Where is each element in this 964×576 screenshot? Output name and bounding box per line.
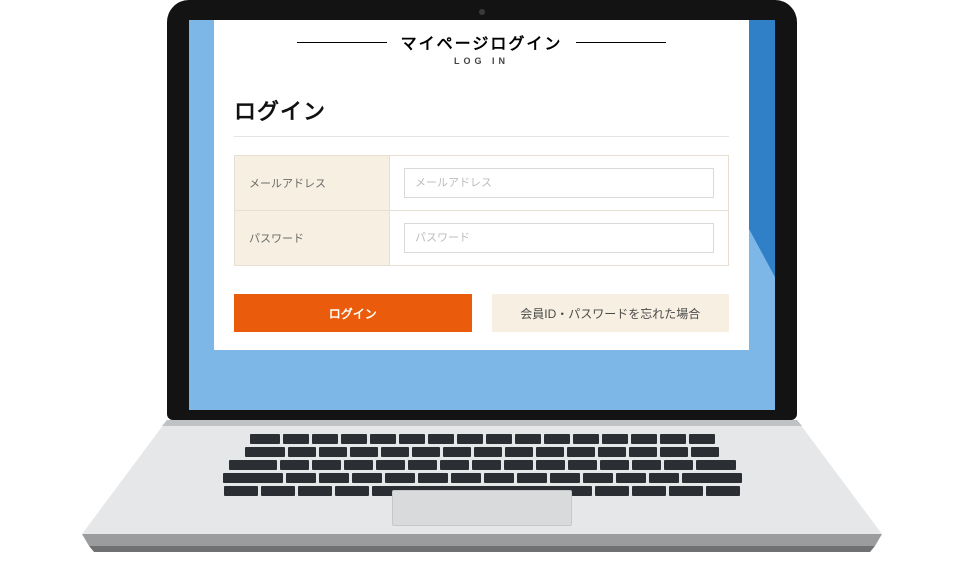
title-rule-left — [297, 42, 387, 43]
camera-dot-icon — [479, 9, 485, 15]
page-title-row: マイページログイン — [234, 30, 729, 54]
login-form: メールアドレス パスワード — [234, 155, 729, 266]
email-label: メールアドレス — [235, 156, 390, 211]
email-field-cell — [390, 156, 729, 211]
trackpad-icon — [392, 490, 572, 526]
login-card: マイページログイン LOG IN ログイン メールアドレス パスワード — [214, 20, 749, 350]
laptop-lid: マイページログイン LOG IN ログイン メールアドレス パスワード — [167, 0, 797, 420]
password-input[interactable] — [404, 223, 714, 253]
laptop-mockup: マイページログイン LOG IN ログイン メールアドレス パスワード — [82, 0, 882, 548]
heading-rule — [234, 136, 729, 137]
email-input[interactable] — [404, 168, 714, 198]
title-rule-right — [576, 42, 666, 43]
page-subtitle: LOG IN — [234, 56, 729, 66]
login-button[interactable]: ログイン — [234, 294, 472, 332]
password-label: パスワード — [235, 211, 390, 266]
page-title: マイページログイン — [401, 30, 563, 54]
laptop-screen: マイページログイン LOG IN ログイン メールアドレス パスワード — [189, 20, 775, 410]
section-heading: ログイン — [234, 94, 729, 126]
password-field-cell — [390, 211, 729, 266]
laptop-base — [82, 420, 882, 548]
forgot-credentials-button[interactable]: 会員ID・パスワードを忘れた場合 — [492, 294, 730, 332]
button-row: ログイン 会員ID・パスワードを忘れた場合 — [234, 294, 729, 332]
